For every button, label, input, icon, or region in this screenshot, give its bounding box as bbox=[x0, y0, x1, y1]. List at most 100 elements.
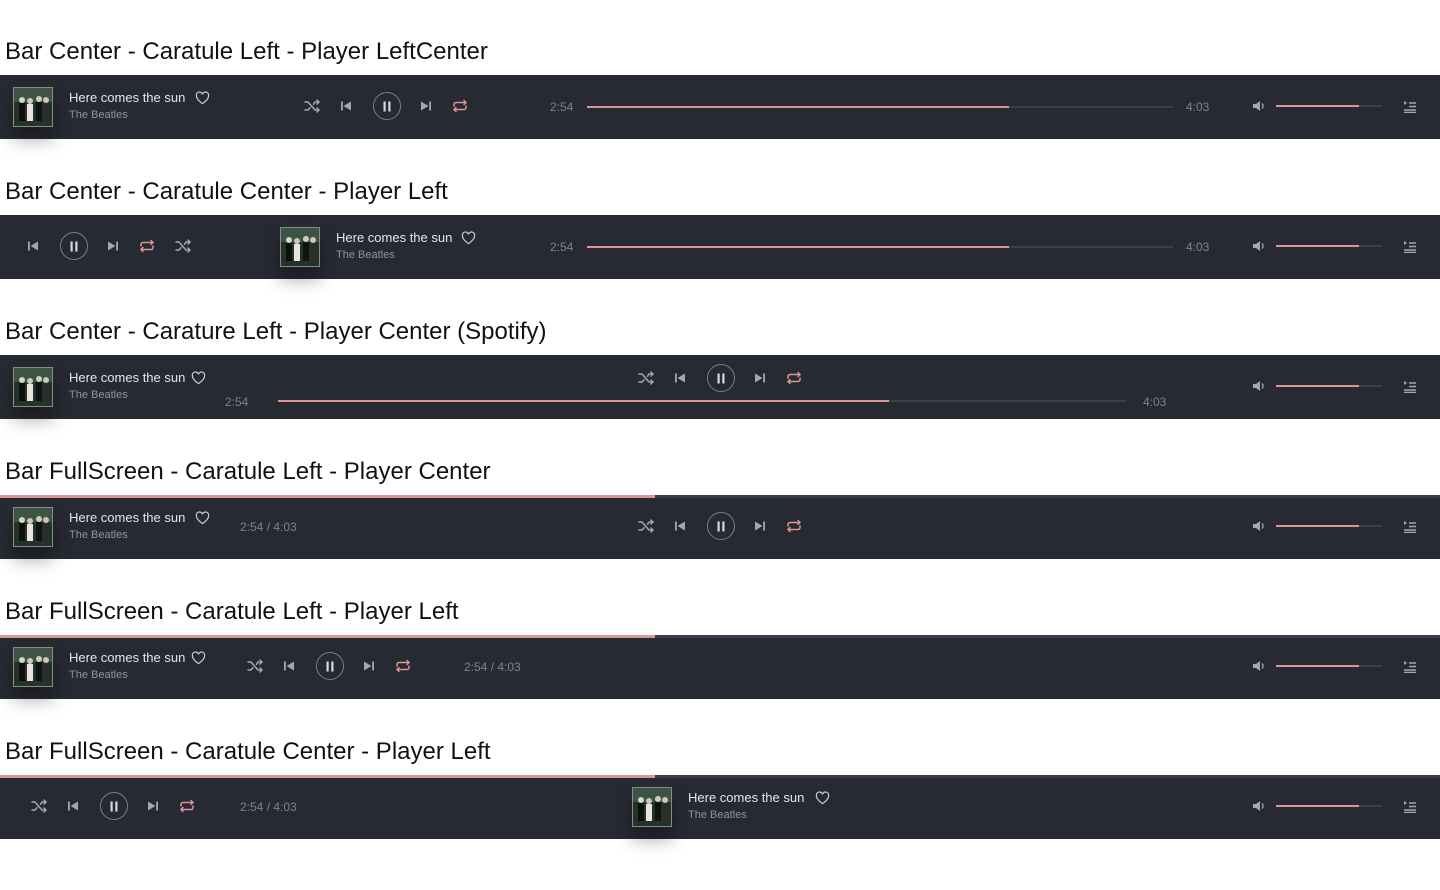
track-title[interactable]: Here comes the sun bbox=[336, 230, 452, 246]
skip-forward-icon[interactable] bbox=[417, 97, 435, 115]
queue-list-icon[interactable] bbox=[1401, 797, 1419, 815]
progress-fill bbox=[587, 246, 1009, 248]
shuffle-icon[interactable] bbox=[637, 369, 655, 387]
progress-bar[interactable] bbox=[0, 775, 1440, 778]
track-artist[interactable]: The Beatles bbox=[688, 808, 747, 822]
skip-forward-icon[interactable] bbox=[104, 237, 122, 255]
time-display: 2:54 / 4:03 bbox=[240, 520, 297, 534]
shuffle-icon[interactable] bbox=[637, 517, 655, 535]
time-display: 2:54 / 4:03 bbox=[240, 800, 297, 814]
total-time: 4:03 bbox=[1186, 240, 1210, 254]
player-bar: 2:54 / 4:03 Here comes the sun The Beatl… bbox=[0, 775, 1440, 839]
skip-back-icon[interactable] bbox=[280, 657, 298, 675]
skip-back-icon[interactable] bbox=[671, 517, 689, 535]
track-title[interactable]: Here comes the sun bbox=[688, 790, 804, 806]
speaker-icon[interactable] bbox=[1250, 97, 1268, 115]
progress-bar[interactable] bbox=[278, 400, 1126, 402]
pause-button[interactable] bbox=[707, 364, 735, 392]
track-title[interactable]: Here comes the sun bbox=[69, 90, 185, 106]
repeat-icon[interactable] bbox=[138, 237, 156, 255]
track-title[interactable]: Here comes the sun bbox=[69, 510, 185, 526]
queue-list-icon[interactable] bbox=[1401, 657, 1419, 675]
skip-forward-icon[interactable] bbox=[751, 517, 769, 535]
track-artist[interactable]: The Beatles bbox=[336, 248, 395, 262]
pause-icon bbox=[717, 521, 725, 531]
progress-fill bbox=[278, 400, 889, 402]
heart-icon[interactable] bbox=[193, 89, 211, 107]
progress-bar[interactable] bbox=[587, 106, 1173, 108]
album-art[interactable] bbox=[13, 647, 53, 687]
track-artist[interactable]: The Beatles bbox=[69, 388, 128, 402]
volume-slider[interactable] bbox=[1276, 105, 1382, 107]
elapsed-time: 2:54 bbox=[550, 240, 574, 254]
repeat-icon[interactable] bbox=[785, 369, 803, 387]
heart-icon[interactable] bbox=[189, 649, 207, 667]
skip-back-icon[interactable] bbox=[671, 369, 689, 387]
pause-icon bbox=[326, 661, 334, 671]
queue-list-icon[interactable] bbox=[1401, 97, 1419, 115]
speaker-icon[interactable] bbox=[1250, 377, 1268, 395]
heart-icon[interactable] bbox=[189, 369, 207, 387]
progress-bar[interactable] bbox=[0, 635, 1440, 638]
repeat-icon[interactable] bbox=[785, 517, 803, 535]
heart-icon[interactable] bbox=[193, 509, 211, 527]
repeat-icon[interactable] bbox=[178, 797, 196, 815]
progress-bar[interactable] bbox=[0, 495, 1440, 498]
volume-fill bbox=[1276, 385, 1359, 387]
skip-back-icon[interactable] bbox=[24, 237, 42, 255]
section-heading: Bar FullScreen - Caratule Left - Player … bbox=[5, 598, 459, 625]
progress-fill bbox=[587, 106, 1009, 108]
repeat-icon[interactable] bbox=[451, 97, 469, 115]
track-artist[interactable]: The Beatles bbox=[69, 108, 128, 122]
album-art[interactable] bbox=[13, 87, 53, 127]
queue-list-icon[interactable] bbox=[1401, 377, 1419, 395]
heart-icon[interactable] bbox=[459, 229, 477, 247]
shuffle-icon[interactable] bbox=[30, 797, 48, 815]
pause-button[interactable] bbox=[707, 512, 735, 540]
progress-fill bbox=[0, 775, 655, 778]
skip-back-icon[interactable] bbox=[337, 97, 355, 115]
track-artist[interactable]: The Beatles bbox=[69, 668, 128, 682]
volume-slider[interactable] bbox=[1276, 245, 1382, 247]
album-art[interactable] bbox=[280, 227, 320, 267]
volume-slider[interactable] bbox=[1276, 525, 1382, 527]
repeat-icon[interactable] bbox=[394, 657, 412, 675]
pause-icon bbox=[70, 241, 78, 251]
pause-icon bbox=[110, 801, 118, 811]
pause-button[interactable] bbox=[60, 232, 88, 260]
volume-slider[interactable] bbox=[1276, 665, 1382, 667]
shuffle-icon[interactable] bbox=[246, 657, 264, 675]
album-art[interactable] bbox=[13, 507, 53, 547]
pause-button[interactable] bbox=[100, 792, 128, 820]
queue-list-icon[interactable] bbox=[1401, 517, 1419, 535]
speaker-icon[interactable] bbox=[1250, 237, 1268, 255]
album-art[interactable] bbox=[13, 367, 53, 407]
player-bar: Here comes the sun The Beatles 2:54 / 4:… bbox=[0, 635, 1440, 699]
skip-back-icon[interactable] bbox=[64, 797, 82, 815]
progress-bar[interactable] bbox=[587, 246, 1173, 248]
pause-button[interactable] bbox=[373, 92, 401, 120]
volume-fill bbox=[1276, 245, 1359, 247]
album-art[interactable] bbox=[632, 787, 672, 827]
pause-icon bbox=[383, 101, 391, 111]
speaker-icon[interactable] bbox=[1250, 797, 1268, 815]
heart-icon[interactable] bbox=[813, 789, 831, 807]
shuffle-icon[interactable] bbox=[303, 97, 321, 115]
shuffle-icon[interactable] bbox=[174, 237, 192, 255]
volume-slider[interactable] bbox=[1276, 385, 1382, 387]
skip-forward-icon[interactable] bbox=[144, 797, 162, 815]
volume-fill bbox=[1276, 665, 1359, 667]
volume-slider[interactable] bbox=[1276, 805, 1382, 807]
skip-forward-icon[interactable] bbox=[751, 369, 769, 387]
time-display: 2:54 / 4:03 bbox=[464, 660, 521, 674]
speaker-icon[interactable] bbox=[1250, 517, 1268, 535]
track-title[interactable]: Here comes the sun bbox=[69, 370, 185, 386]
skip-forward-icon[interactable] bbox=[360, 657, 378, 675]
pause-button[interactable] bbox=[316, 652, 344, 680]
queue-list-icon[interactable] bbox=[1401, 237, 1419, 255]
track-artist[interactable]: The Beatles bbox=[69, 528, 128, 542]
volume-fill bbox=[1276, 525, 1359, 527]
track-title[interactable]: Here comes the sun bbox=[69, 650, 185, 666]
speaker-icon[interactable] bbox=[1250, 657, 1268, 675]
section-heading: Bar Center - Carature Left - Player Cent… bbox=[5, 318, 547, 345]
